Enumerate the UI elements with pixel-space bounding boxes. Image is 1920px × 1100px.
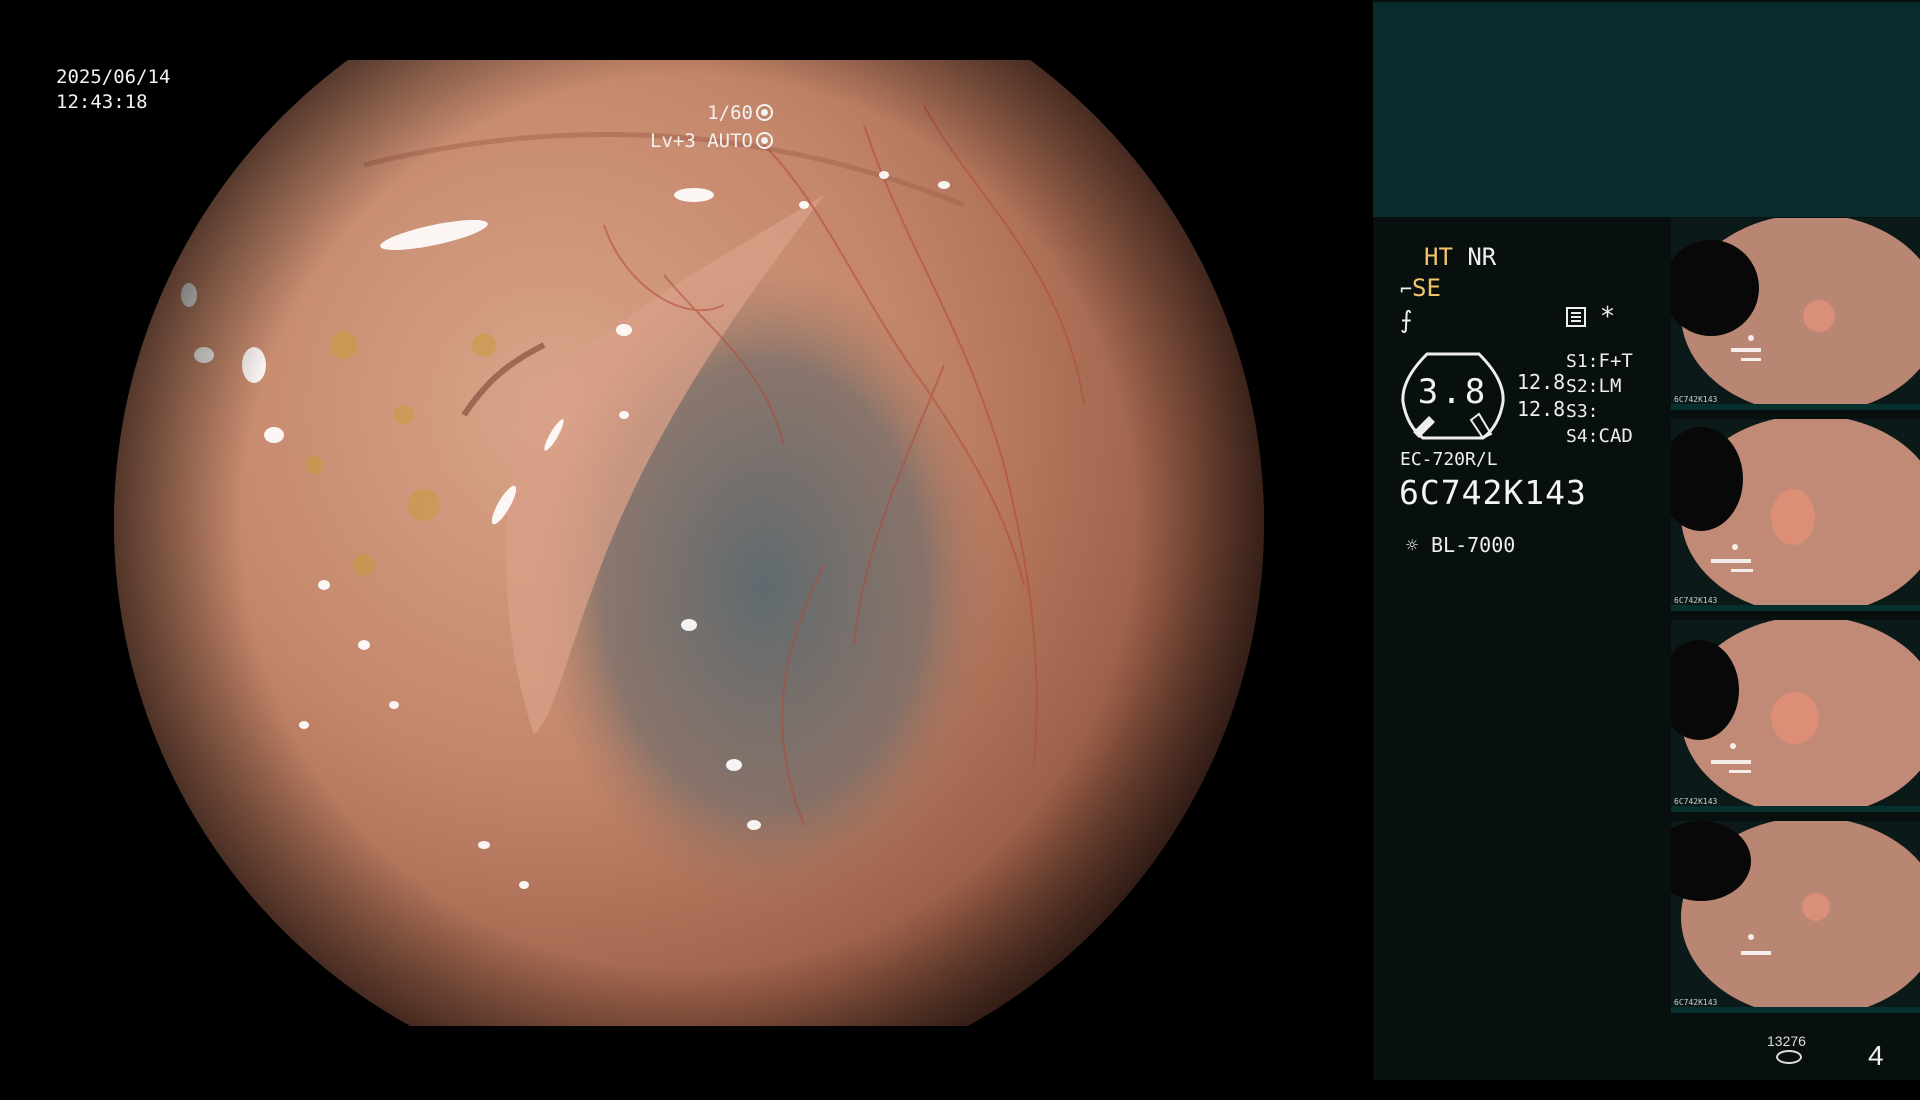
thumbnail-image bbox=[1671, 419, 1920, 611]
s3-label: S3: bbox=[1566, 401, 1599, 422]
star-indicator: * bbox=[1601, 302, 1614, 332]
s4-label: S4: bbox=[1566, 426, 1599, 447]
thumbnail-bar bbox=[1671, 806, 1920, 812]
light-source-label: BL-7000 bbox=[1431, 533, 1516, 557]
page-number: 4 bbox=[1868, 1040, 1884, 1071]
exam-date: 2025/06/14 bbox=[56, 66, 171, 88]
thumbnail-image bbox=[1671, 821, 1920, 1013]
shutter-readout: 1/60 bbox=[707, 100, 773, 126]
ht-nr-line: HT NR bbox=[1400, 242, 1640, 273]
light-source: ☼ BL-7000 bbox=[1399, 533, 1515, 557]
thumbnail-caption: 6C742K143 bbox=[1674, 998, 1718, 1007]
thumbnail-bar bbox=[1671, 605, 1920, 611]
s2-value: LM bbox=[1598, 375, 1622, 397]
nr-indicator: NR bbox=[1467, 243, 1497, 271]
thumbnail-bar bbox=[1671, 1007, 1920, 1013]
s2-row: S2:LM bbox=[1566, 374, 1633, 399]
captured-thumbnails: 6C742K143 6C742K143 6C742K143 6C742K143 bbox=[1671, 218, 1920, 1022]
menu-icon bbox=[1566, 307, 1586, 327]
endoscope-image bbox=[64, 60, 1314, 1026]
thumbnail-caption: 6C742K143 bbox=[1674, 797, 1718, 806]
image-count: 13276 bbox=[1767, 1033, 1806, 1049]
thumbnail-4[interactable]: 6C742K143 bbox=[1671, 821, 1920, 1013]
disk-icon bbox=[1776, 1050, 1802, 1064]
s1-value: F+T bbox=[1598, 350, 1633, 372]
s1-label: S1: bbox=[1566, 351, 1599, 372]
readout-2: 12.8 bbox=[1517, 397, 1566, 421]
exam-time: 12:43:18 bbox=[56, 91, 148, 113]
s2-label: S2: bbox=[1566, 376, 1599, 397]
thumbnail-2[interactable]: 6C742K143 bbox=[1671, 419, 1920, 611]
gain-readouts: 12.8 12.8 bbox=[1517, 369, 1565, 423]
thumbnail-image bbox=[1671, 218, 1920, 410]
thumbnail-caption: 6C742K143 bbox=[1674, 395, 1718, 404]
thumbnail-caption: 6C742K143 bbox=[1674, 596, 1718, 605]
scope-serial: 6C742K143 bbox=[1399, 473, 1587, 512]
scope-model: EC-720R/L bbox=[1400, 449, 1498, 470]
shutter-value: 1/60 bbox=[707, 102, 753, 124]
s-modes: S1:F+T S2:LM S3: S4:CAD bbox=[1566, 349, 1633, 449]
readout-1: 12.8 bbox=[1517, 370, 1566, 394]
color-enhance-icon: ⨍ bbox=[1400, 306, 1413, 334]
panel-header-area bbox=[1373, 2, 1920, 217]
ht-indicator: HT bbox=[1424, 243, 1453, 271]
s4-row: S4:CAD bbox=[1566, 424, 1633, 449]
structure-enhance-icon: ⌐ bbox=[1400, 277, 1413, 301]
s3-row: S3: bbox=[1566, 399, 1633, 424]
se-indicator: SE bbox=[1412, 274, 1441, 302]
level-value: Lv+3 AUTO bbox=[650, 130, 753, 152]
endoscope-view: 2025/06/14 12:43:18 1/60 Lv+3 AUTO bbox=[0, 0, 1373, 1080]
thumbnail-3[interactable]: 6C742K143 bbox=[1671, 620, 1920, 812]
shutter-icon bbox=[756, 104, 773, 121]
brightness-level: Lv+3 AUTO bbox=[650, 128, 773, 154]
thumbnail-bar bbox=[1671, 404, 1920, 410]
auto-iris-icon bbox=[756, 132, 773, 149]
thumbnail-image bbox=[1671, 620, 1920, 812]
gauge-value: 3.8 bbox=[1417, 372, 1489, 412]
s4-value: CAD bbox=[1598, 425, 1633, 447]
thumbnail-1[interactable]: 6C742K143 bbox=[1671, 218, 1920, 410]
zoom-gauge: 3.8 bbox=[1399, 350, 1507, 442]
light-source-icon: ☼ bbox=[1405, 533, 1419, 557]
s1-row: S1:F+T bbox=[1566, 349, 1633, 374]
se-line: ⌐SE bbox=[1400, 273, 1640, 305]
